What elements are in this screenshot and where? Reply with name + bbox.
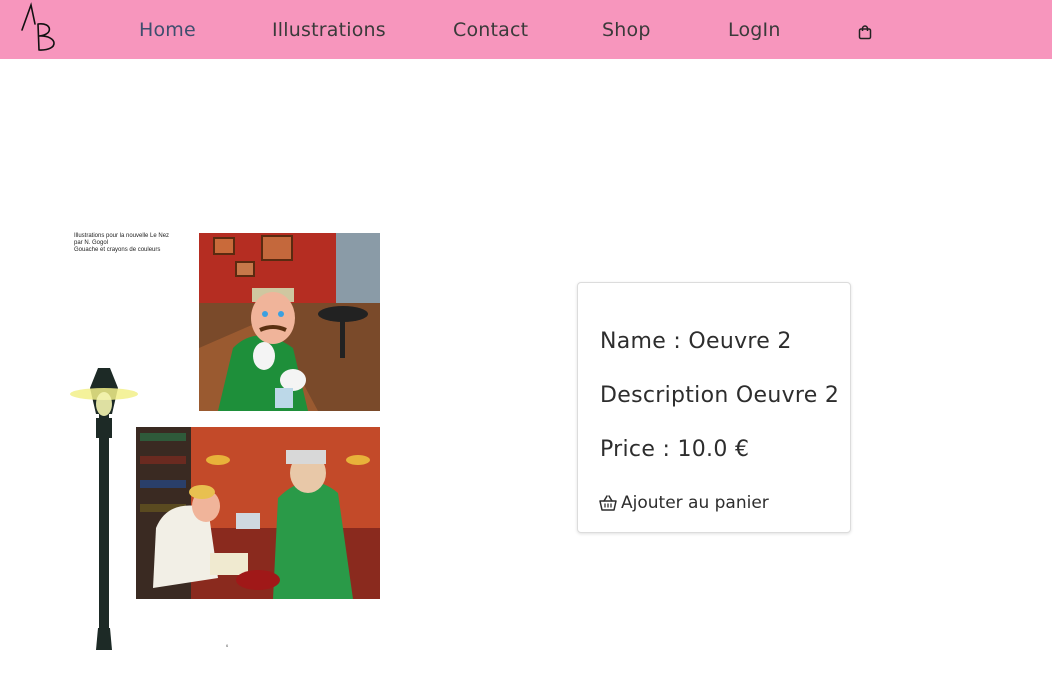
- navbar: Home Illustrations Contact Shop LogIn: [0, 0, 1052, 59]
- brand-logo[interactable]: [18, 2, 62, 54]
- painting-bottom: [136, 427, 380, 599]
- caption-line: par N. Gogol: [74, 240, 109, 246]
- add-to-cart-label: Ajouter au panier: [621, 493, 769, 513]
- artwork-image: 6: [70, 233, 380, 650]
- artwork-page-number: 6: [226, 643, 229, 648]
- artwork-caption: Illustrations pour la nouvelle Le Nez pa…: [74, 233, 194, 254]
- add-to-cart-button[interactable]: Ajouter au panier: [599, 493, 769, 513]
- product-name: Name : Oeuvre 2: [600, 329, 792, 354]
- nav-illustrations-link[interactable]: Illustrations: [272, 19, 386, 41]
- shopping-bag-icon[interactable]: [857, 24, 873, 40]
- caption-line: Gouache et crayons de couleurs: [74, 247, 161, 253]
- painting-top: [199, 233, 380, 411]
- product-card: Name : Oeuvre 2 Description Oeuvre 2 Pri…: [577, 282, 851, 533]
- nav-login-link[interactable]: LogIn: [728, 19, 781, 41]
- nav-shop-link[interactable]: Shop: [602, 19, 651, 41]
- basket-icon: [599, 495, 617, 511]
- caption-line: Illustrations pour la nouvelle Le Nez: [74, 233, 170, 239]
- product-description: Description Oeuvre 2: [600, 383, 840, 408]
- nav-contact-link[interactable]: Contact: [453, 19, 528, 41]
- lamp-post: [70, 368, 138, 650]
- product-price: Price : 10.0 €: [600, 437, 750, 462]
- nav-home-link[interactable]: Home: [139, 19, 196, 41]
